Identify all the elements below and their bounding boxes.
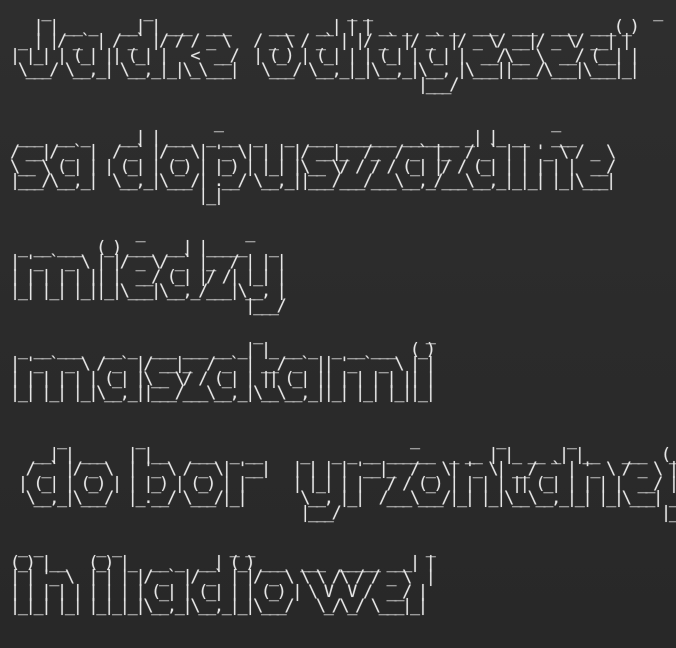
terminal-window: _ _ _ _ _ | | __ _ __| | ___ ___ ___ __|… [0,0,676,648]
ascii-art-line-5: _ _ _ _ _ _ __| | ___ | |__ ___ _ __ _ _… [17,429,676,522]
ascii-art-line-6: _ _ _ _ _ _ _ (_) |__ (_) |_ __ _ __| (_… [10,537,436,616]
ascii-art-line-3: _ _ _ __ ___ (_) ___ __| |_____ _ | '_ `… [10,222,287,315]
ascii-art-line-1: _ _ _ _ _ | | __ _ __| | ___ ___ ___ __|… [10,1,663,94]
ascii-art-line-2: _ _ ___ __ _ __| | ___ _ __ _ _ ___ ____… [10,112,616,205]
ascii-art-line-4: _ _ _ __ ___ __ _ ___ ___ __ _| |_ __ _ … [10,324,436,403]
